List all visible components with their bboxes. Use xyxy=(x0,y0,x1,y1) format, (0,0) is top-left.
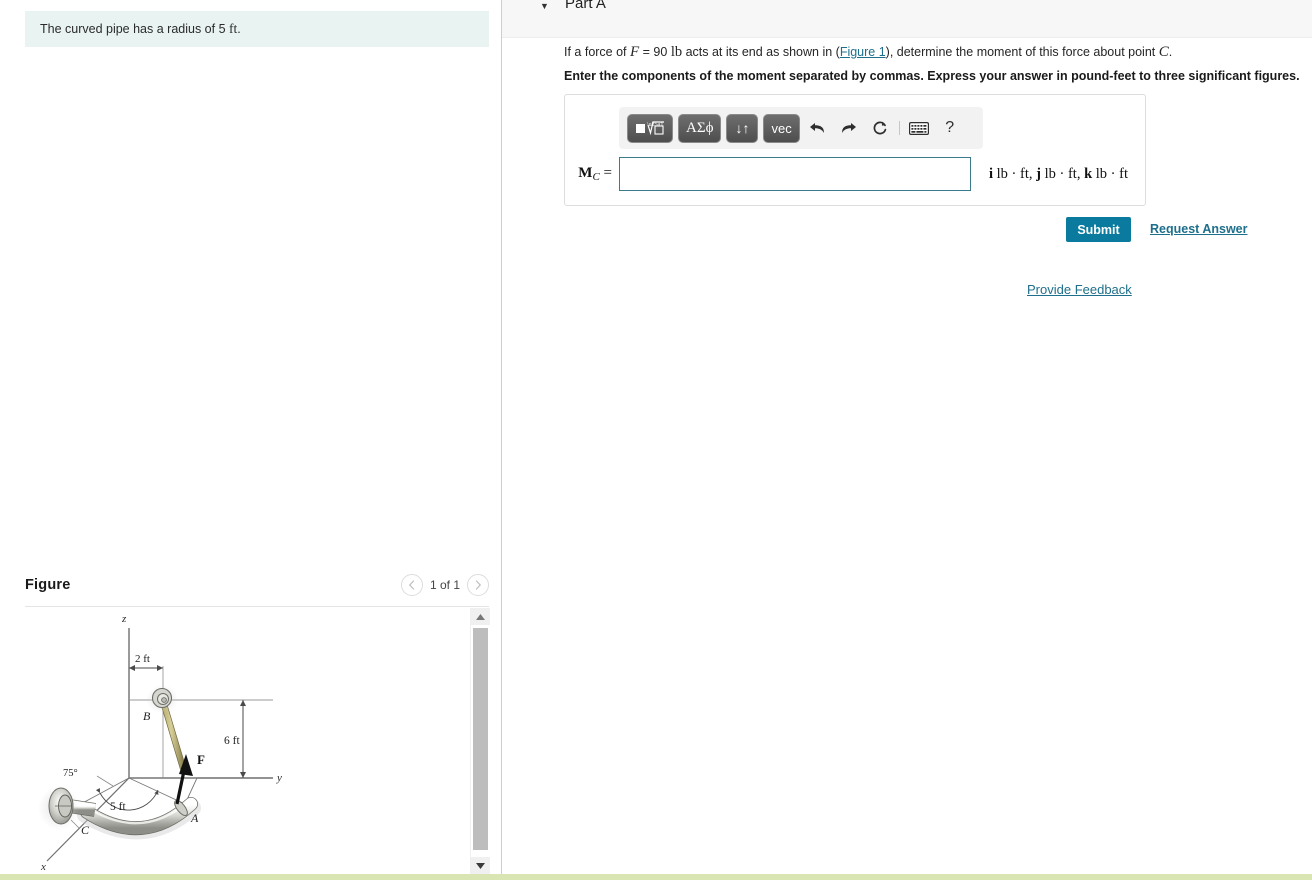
math-template-icon: \u25a1 xyxy=(636,121,664,136)
point-a-label: A xyxy=(190,811,199,825)
figure-pager: 1 of 1 xyxy=(400,574,489,596)
undo-icon[interactable] xyxy=(805,115,831,141)
right-panel: ▼ Part A If a force of F = 90 lb acts at… xyxy=(502,0,1312,874)
updown-button[interactable]: ↓↑ xyxy=(726,113,759,143)
answer-input[interactable] xyxy=(619,157,971,191)
dim-5ft-label: 5 ft xyxy=(110,801,126,813)
part-a-title: Part A xyxy=(565,0,606,12)
question-part-2: = 90 xyxy=(639,45,671,59)
bottom-accent-strip xyxy=(0,874,1312,880)
angle-75-label: 75° xyxy=(63,768,78,779)
chevron-left-icon xyxy=(409,580,415,590)
keyboard-icon[interactable] xyxy=(906,115,932,141)
unit-i-symbol: i xyxy=(989,165,994,182)
unit-j-symbol: j xyxy=(1036,165,1041,182)
request-answer-link[interactable]: Request Answer xyxy=(1150,222,1247,236)
redo-icon[interactable] xyxy=(836,115,862,141)
math-toolbar: \u25a1 ΑΣϕ ↓↑ vec ? xyxy=(619,107,983,149)
refresh-circle-icon xyxy=(873,121,886,135)
problem-statement-box: The curved pipe has a radius of 5 ft. xyxy=(25,11,489,47)
undo-arrow-icon xyxy=(810,123,825,133)
keyboard-glyph-icon xyxy=(908,121,929,135)
problem-statement-text: The curved pipe has a radius of 5 xyxy=(40,22,230,36)
figure-prev-button[interactable] xyxy=(400,574,423,596)
problem-statement-period: . xyxy=(237,22,241,36)
part-a-header[interactable]: ▼ Part A xyxy=(502,0,1312,38)
reset-icon[interactable] xyxy=(867,115,893,141)
force-symbol: F xyxy=(630,44,640,60)
angle-75-leader xyxy=(96,775,114,787)
toolbar-separator xyxy=(898,121,900,135)
answer-row: MC = i lb · ft, j lb · ft, k lb · ft xyxy=(565,157,1147,191)
dim-6ft-label: 6 ft xyxy=(224,735,240,747)
unit-k-tail: lb · ft xyxy=(1095,165,1128,182)
force-unit: lb xyxy=(670,44,683,60)
question-part-5: . xyxy=(1168,45,1173,59)
vector-button[interactable]: vec xyxy=(763,113,800,143)
template-button[interactable]: \u25a1 xyxy=(627,113,673,143)
question-part-1: If a force of xyxy=(564,45,631,59)
question-text: If a force of F = 90 lb acts at its end … xyxy=(564,44,1172,61)
submit-button[interactable]: Submit xyxy=(1066,217,1131,242)
equals-sign: = xyxy=(603,165,612,181)
answer-units: i lb · ft, j lb · ft, k lb · ft xyxy=(989,165,1128,182)
unit-i-tail: lb · ft xyxy=(996,165,1029,182)
instruction-text: Enter the components of the moment separ… xyxy=(564,69,1300,83)
help-icon[interactable]: ? xyxy=(937,115,963,141)
axis-y-label: y xyxy=(276,772,282,784)
figure-viewport: z y x 2 ft 6 ft 75° 5 ft C A B F xyxy=(25,608,489,874)
point-c-symbol: C xyxy=(1158,44,1169,60)
unit-k-symbol: k xyxy=(1084,165,1093,182)
point-c-label: C xyxy=(81,823,90,837)
mechanics-diagram: z y x 2 ft 6 ft 75° 5 ft C A B F xyxy=(38,613,282,873)
dim-2ft-label: 2 ft xyxy=(135,653,150,665)
triangle-up-icon xyxy=(476,613,485,620)
question-part-4: ), determine the moment of this force ab… xyxy=(885,45,1159,59)
joint-b-inner xyxy=(161,697,167,703)
greek-button[interactable]: ΑΣϕ xyxy=(678,113,722,143)
figure-scrollbar[interactable] xyxy=(470,608,490,874)
figure-header: Figure 1 of 1 xyxy=(25,572,489,604)
moment-subscript: C xyxy=(592,171,600,183)
scrollbar-thumb[interactable] xyxy=(473,628,488,850)
point-b-label: B xyxy=(143,709,151,723)
answer-card: \u25a1 ΑΣϕ ↓↑ vec ? MC = i lb · ft, j lb… xyxy=(564,94,1146,206)
answer-label: MC = xyxy=(565,165,619,183)
redo-arrow-icon xyxy=(842,123,857,133)
axis-x-label: x xyxy=(40,861,46,873)
axis-z-label: z xyxy=(121,613,127,625)
figure-divider xyxy=(25,606,489,607)
figure-page-indicator: 1 of 1 xyxy=(429,578,460,592)
moment-symbol: M xyxy=(578,165,593,181)
force-label: F xyxy=(197,752,205,767)
provide-feedback-link[interactable]: Provide Feedback xyxy=(1027,282,1132,297)
angle-75-arc xyxy=(95,787,159,811)
triangle-down-icon xyxy=(476,862,485,869)
collapse-caret-icon[interactable]: ▼ xyxy=(540,1,549,11)
figure-1-link[interactable]: Figure 1 xyxy=(840,45,886,59)
question-part-3: acts at its end as shown in ( xyxy=(682,45,840,59)
figure-next-button[interactable] xyxy=(467,574,489,596)
unit-j-tail: lb · ft xyxy=(1044,165,1077,182)
left-panel: The curved pipe has a radius of 5 ft. Fi… xyxy=(0,0,501,880)
scroll-down-button[interactable] xyxy=(471,857,490,874)
chevron-right-icon xyxy=(475,580,481,590)
scroll-up-button[interactable] xyxy=(471,608,490,625)
figure-title: Figure xyxy=(25,577,71,593)
